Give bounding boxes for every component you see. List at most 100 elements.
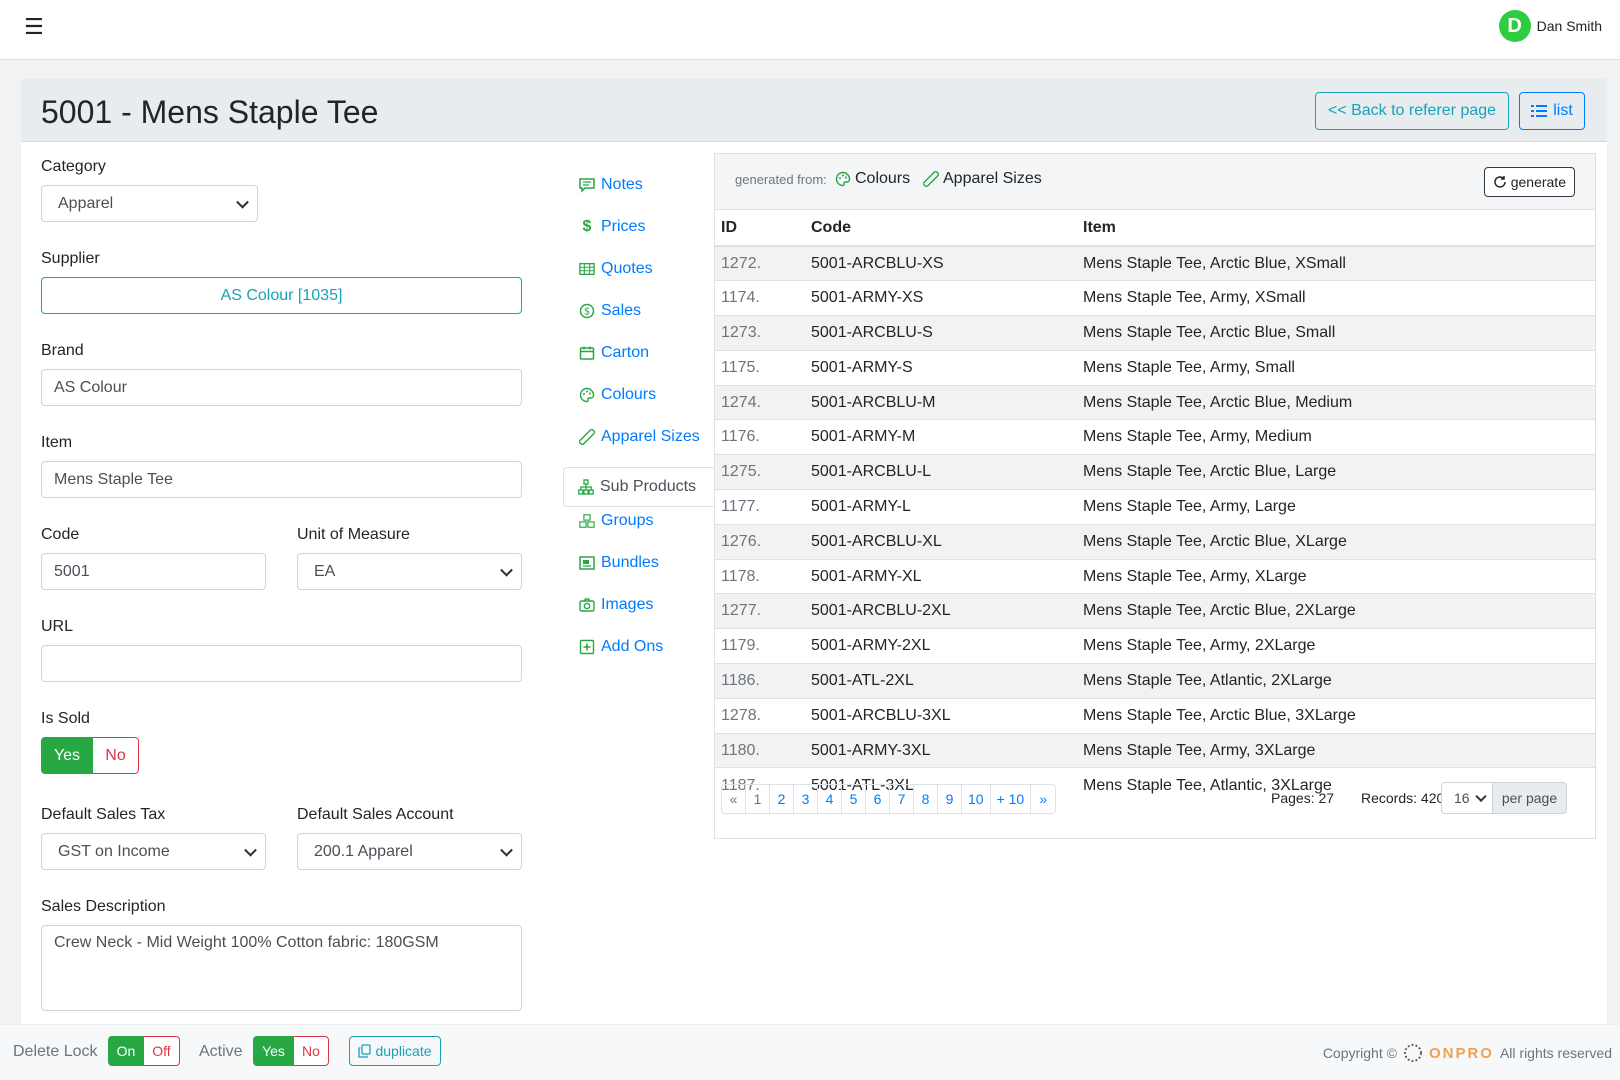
table-row[interactable]: 1174. 5001-ARMY-XS Mens Staple Tee, Army, … (715, 280, 1595, 316)
url-input[interactable] (41, 645, 522, 682)
user-menu[interactable]: D Dan Smith (1498, 10, 1602, 42)
table-row[interactable]: 1176. 5001-ARMY-M Mens Staple Tee, Army, M… (715, 419, 1595, 455)
duplicate-button[interactable]: duplicate (349, 1036, 441, 1066)
nav-colours[interactable]: Colours (579, 386, 656, 404)
sales-account-value: 200.1 Apparel (314, 842, 413, 860)
active-yes-button[interactable]: Yes (253, 1036, 294, 1066)
per-page-select[interactable]: 16 (1441, 782, 1493, 814)
page-link[interactable]: 1 (746, 785, 770, 813)
cell-code: 5001-ARCBLU-S (805, 315, 1077, 351)
palette-icon (579, 387, 595, 403)
sub-products-table: ID Code Item 1272. 5001-ARCBLU-XS Mens Sta… (715, 210, 1595, 803)
table-row[interactable]: 1180. 5001-ARMY-3XL Mens Staple Tee, Army,… (715, 732, 1595, 768)
table-row[interactable]: 1278. 5001-ARCBLU-3XL Mens Staple Tee, Arc… (715, 697, 1595, 734)
sub-products-panel: generated from: Colours Apparel Sizes ge… (714, 153, 1596, 839)
item-input[interactable]: Mens Staple Tee (41, 461, 522, 498)
table-row[interactable]: 1178. 5001-ARMY-XL Mens Staple Tee, Army, … (715, 558, 1595, 594)
column-header-code[interactable]: Code (805, 210, 1077, 247)
nav-quotes-label: Quotes (601, 260, 653, 277)
boxes-icon (579, 513, 595, 529)
sales-tax-label: Default Sales Tax (41, 806, 166, 823)
page-link[interactable]: 5 (842, 785, 866, 813)
delete-lock-label: Delete Lock (13, 1043, 98, 1060)
cell-id: 1274. (715, 384, 805, 420)
duplicate-label: duplicate (375, 1043, 432, 1059)
uom-label: Unit of Measure (297, 526, 410, 543)
cell-code: 5001-ARCBLU-M (805, 384, 1077, 420)
page-link[interactable]: 7 (890, 785, 914, 813)
nav-bundles-label: Bundles (601, 554, 659, 571)
nav-add-ons[interactable]: Add Ons (579, 638, 663, 656)
table-row[interactable]: 1179. 5001-ARMY-2XL Mens Staple Tee, Army,… (715, 628, 1595, 664)
pagination: «1 2 3 4 5 6 7 8 9 10 + 10» (721, 784, 1057, 814)
is-sold-yes-button[interactable]: Yes (41, 737, 93, 774)
sales-tax-select[interactable]: GST on Income (41, 833, 266, 870)
page-link[interactable]: + 10 (991, 785, 1032, 813)
generate-button[interactable]: generate (1483, 167, 1575, 197)
comment-icon (579, 177, 595, 193)
column-header-item[interactable]: Item (1077, 210, 1595, 247)
nav-carton[interactable]: Carton (579, 344, 649, 362)
nav-notes[interactable]: Notes (579, 176, 643, 194)
active-no-button[interactable]: No (294, 1036, 329, 1066)
dollar-icon: $ (582, 218, 592, 235)
table-row[interactable]: 1273. 5001-ARCBLU-S Mens Staple Tee, Arcti… (715, 315, 1595, 351)
table-row[interactable]: 1277. 5001-ARCBLU-2XL Mens Staple Tee, Arc… (715, 593, 1595, 629)
uom-select[interactable]: EA (297, 553, 522, 590)
cell-code: 5001-ARMY-XS (805, 280, 1077, 316)
page-link[interactable]: 6 (866, 785, 890, 813)
table-row[interactable]: 1186. 5001-ATL-2XL Mens Staple Tee, Atlant… (715, 663, 1595, 699)
page-link[interactable]: 2 (770, 785, 794, 813)
page-link[interactable]: » (1031, 785, 1055, 813)
is-sold-no-button[interactable]: No (93, 737, 139, 774)
code-value: 5001 (54, 562, 90, 580)
brand-name: ONPRO (1428, 1044, 1494, 1062)
table-row[interactable]: 1276. 5001-ARCBLU-XL Mens Staple Tee, Arct… (715, 523, 1595, 560)
table-row[interactable]: 1275. 5001-ARCBLU-L Mens Staple Tee, Arcti… (715, 454, 1595, 490)
brand-input[interactable]: AS Colour (41, 369, 522, 406)
cell-item: Mens Staple Tee, Army, Small (1077, 349, 1595, 386)
delete-lock-off-button[interactable]: Off (144, 1036, 180, 1066)
nav-prices[interactable]: $ Prices (579, 218, 646, 236)
category-label: Category (41, 158, 106, 175)
table-row[interactable]: 1175. 5001-ARMY-S Mens Staple Tee, Army, S… (715, 349, 1595, 386)
nav-bundles[interactable]: Bundles (579, 554, 659, 572)
cell-code: 5001-ARMY-3XL (805, 732, 1077, 768)
active-label: Active (199, 1043, 243, 1060)
is-sold-label: Is Sold (41, 710, 90, 727)
table-row[interactable]: 1177. 5001-ARMY-L Mens Staple Tee, Army, L… (715, 489, 1595, 525)
supplier-button[interactable]: AS Colour [1035] (41, 277, 522, 314)
sales-description-textarea[interactable]: Crew Neck - Mid Weight 100% Cotton fabri… (41, 925, 522, 1011)
page-link[interactable]: 8 (914, 785, 938, 813)
column-header-id[interactable]: ID (715, 210, 805, 247)
copyright: Copyright © ONPRO All rights reserved (1323, 1043, 1612, 1063)
list-button[interactable]: list (1519, 92, 1585, 130)
page-link[interactable]: 4 (818, 785, 842, 813)
cell-id: 1278. (715, 697, 805, 734)
source-apparel-sizes-link[interactable]: Apparel Sizes (923, 170, 1042, 188)
page-link[interactable]: 10 (962, 785, 991, 813)
nav-groups[interactable]: Groups (579, 512, 653, 530)
cell-id: 1186. (715, 663, 805, 699)
delete-lock-on-button[interactable]: On (108, 1036, 144, 1066)
sales-account-select[interactable]: 200.1 Apparel (297, 833, 522, 870)
nav-sales[interactable]: $ Sales (579, 302, 641, 320)
source-colours-link[interactable]: Colours (835, 170, 910, 188)
cell-item: Mens Staple Tee, Arctic Blue, XLarge (1077, 523, 1595, 560)
page-link[interactable]: « (722, 785, 746, 813)
code-input[interactable]: 5001 (41, 553, 266, 590)
page-link[interactable]: 3 (794, 785, 818, 813)
table-row[interactable]: 1272. 5001-ARCBLU-XS Mens Staple Tee, Arct… (715, 245, 1595, 281)
nav-sub-products[interactable]: Sub Products (563, 467, 714, 507)
table-row[interactable]: 1274. 5001-ARCBLU-M Mens Staple Tee, Arcti… (715, 384, 1595, 420)
category-select[interactable]: Apparel (41, 185, 258, 222)
hamburger-menu-icon[interactable]: ☰ (24, 14, 44, 40)
cell-item: Mens Staple Tee, Atlantic, 2XLarge (1077, 663, 1595, 699)
back-to-referer-button[interactable]: << Back to referer page (1315, 92, 1509, 130)
nav-quotes[interactable]: Quotes (579, 260, 653, 278)
nav-apparel-sizes[interactable]: Apparel Sizes (579, 428, 700, 446)
cell-item: Mens Staple Tee, Arctic Blue, 2XLarge (1077, 593, 1595, 629)
page-link[interactable]: 9 (938, 785, 962, 813)
nav-images[interactable]: Images (579, 596, 653, 614)
rights-text: All rights reserved (1499, 1045, 1612, 1061)
